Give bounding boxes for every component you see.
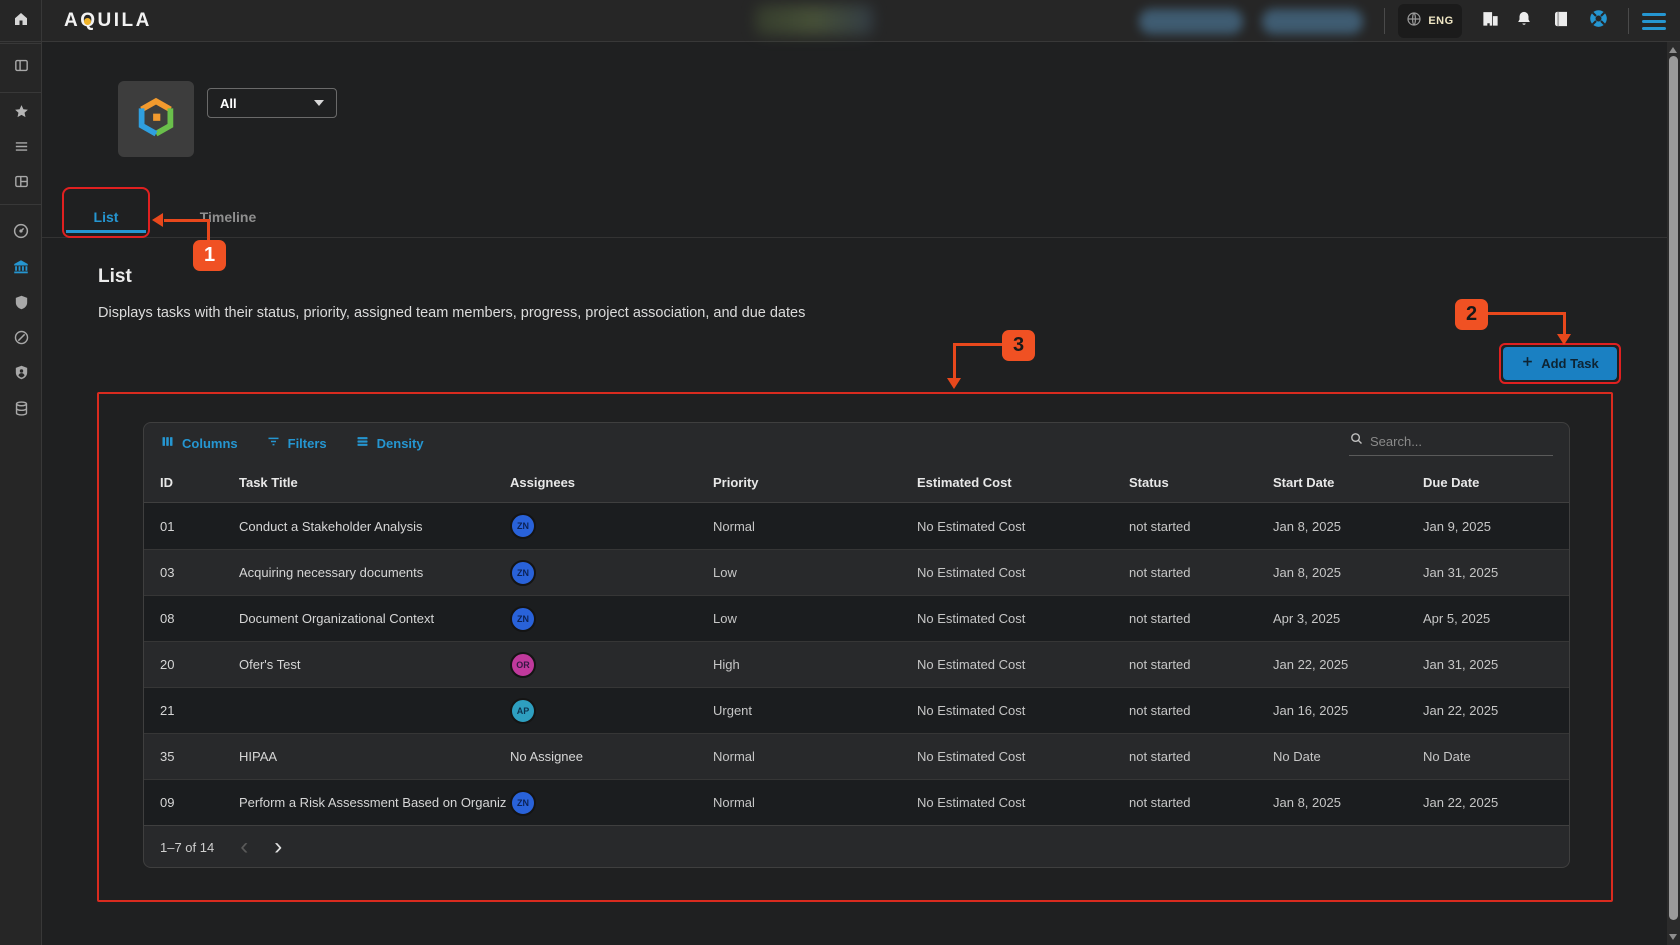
main-menu-button[interactable] bbox=[1642, 13, 1666, 30]
annotation-arrow-1 bbox=[207, 219, 210, 241]
organization-button[interactable] bbox=[1480, 11, 1500, 31]
scroll-down-arrow-icon[interactable] bbox=[1669, 934, 1677, 940]
building-icon bbox=[1481, 9, 1500, 33]
page-title: List bbox=[98, 266, 132, 288]
compass-icon bbox=[13, 329, 30, 351]
sidebar-item-governance-active[interactable] bbox=[0, 254, 42, 284]
list-icon bbox=[13, 138, 30, 160]
language-selector[interactable]: ENG bbox=[1398, 4, 1462, 38]
annotation-rect-list-tab bbox=[62, 187, 150, 238]
shield-user-icon bbox=[13, 364, 30, 386]
plus-icon bbox=[1521, 355, 1534, 373]
annotation-arrow-3 bbox=[953, 343, 956, 379]
sidebar-item-compass[interactable] bbox=[0, 325, 42, 355]
hexagon-cube-logo-icon bbox=[133, 94, 179, 145]
blurred-center-logo bbox=[755, 5, 873, 35]
globe-icon bbox=[1406, 11, 1422, 32]
chevron-down-icon bbox=[314, 100, 324, 106]
sidebar-item-panel[interactable] bbox=[0, 53, 42, 83]
sidebar-item-security[interactable] bbox=[0, 290, 42, 320]
add-task-label: Add Task bbox=[1541, 356, 1599, 371]
brand-q-dot-icon bbox=[84, 18, 91, 25]
annotation-badge-2: 2 bbox=[1455, 299, 1488, 330]
panel-left-icon bbox=[13, 57, 30, 79]
scrollbar-thumb[interactable] bbox=[1669, 56, 1678, 920]
annotation-badge-1: 1 bbox=[193, 240, 226, 271]
topbar-divider bbox=[1384, 8, 1385, 34]
scope-filter-value: All bbox=[220, 96, 314, 111]
layout-icon bbox=[13, 173, 30, 195]
sidebar-item-access[interactable] bbox=[0, 360, 42, 390]
language-label: ENG bbox=[1428, 15, 1453, 27]
sidebar-item-lists[interactable] bbox=[0, 134, 42, 164]
app-window: AQUILA ENG bbox=[0, 0, 1680, 945]
life-ring-icon bbox=[1588, 8, 1609, 34]
database-icon bbox=[13, 400, 30, 422]
tabbar-divider bbox=[42, 237, 1680, 238]
support-button[interactable] bbox=[1588, 11, 1608, 31]
annotation-arrow-2 bbox=[1488, 312, 1566, 315]
annotation-arrowhead-3 bbox=[947, 378, 961, 389]
bell-icon bbox=[1515, 10, 1533, 33]
book-icon bbox=[1552, 10, 1570, 33]
home-icon bbox=[12, 10, 30, 33]
sidebar-item-favorites[interactable] bbox=[0, 99, 42, 129]
notifications-button[interactable] bbox=[1514, 11, 1534, 31]
star-icon bbox=[13, 103, 30, 125]
annotation-arrow-3 bbox=[955, 343, 1002, 346]
sidebar bbox=[0, 42, 42, 945]
add-task-button[interactable]: Add Task bbox=[1503, 347, 1617, 380]
topbar-divider bbox=[1628, 8, 1629, 34]
annotation-rect-add-task: Add Task bbox=[1499, 343, 1621, 384]
annotation-badge-3: 3 bbox=[1002, 330, 1035, 361]
workspace-logo bbox=[118, 81, 194, 157]
page-description: Displays tasks with their status, priori… bbox=[98, 305, 805, 321]
gauge-icon bbox=[12, 222, 30, 245]
vertical-scrollbar[interactable] bbox=[1667, 42, 1680, 945]
brand-logo: AQUILA bbox=[64, 10, 152, 32]
annotation-arrow-2 bbox=[1563, 312, 1566, 335]
sidebar-item-dashboard[interactable] bbox=[0, 218, 42, 248]
sidebar-item-layout[interactable] bbox=[0, 169, 42, 199]
tab-timeline[interactable]: Timeline bbox=[178, 196, 278, 237]
annotation-arrow-1 bbox=[164, 219, 210, 222]
docs-button[interactable] bbox=[1551, 11, 1571, 31]
annotation-arrowhead-2 bbox=[1557, 334, 1571, 345]
home-button[interactable] bbox=[0, 0, 42, 42]
blurred-button-2[interactable] bbox=[1262, 9, 1363, 34]
bank-icon bbox=[12, 258, 30, 281]
scope-filter-dropdown[interactable]: All bbox=[207, 88, 337, 118]
annotation-arrowhead-1 bbox=[152, 213, 163, 227]
blurred-button-1[interactable] bbox=[1139, 9, 1243, 34]
sidebar-item-database[interactable] bbox=[0, 396, 42, 426]
topbar: AQUILA ENG bbox=[0, 0, 1680, 42]
scroll-up-arrow-icon[interactable] bbox=[1669, 47, 1677, 53]
shield-icon bbox=[13, 294, 30, 316]
annotation-rect-table bbox=[97, 392, 1613, 902]
